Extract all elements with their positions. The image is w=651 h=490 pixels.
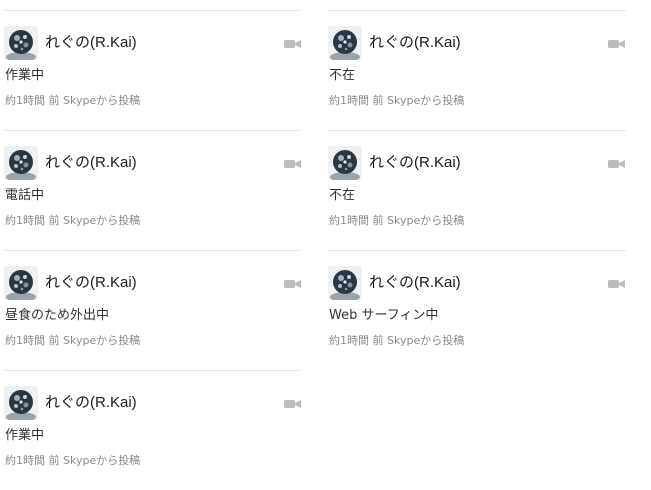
author-name[interactable]: れぐの(R.Kai): [369, 34, 461, 52]
status-text: 不在: [329, 188, 356, 203]
post-meta: 約1時間 前 Skypeから投稿: [329, 94, 464, 108]
status-text: 作業中: [5, 68, 45, 83]
post-item: れぐの(R.Kai) 作業中 約1時間 前 Skypeから投稿: [4, 370, 302, 490]
post-source: Skypeから投稿: [387, 94, 465, 107]
post-item: れぐの(R.Kai) 昼食のため外出中 約1時間 前 Skypeから投稿: [4, 250, 302, 370]
author-name[interactable]: れぐの(R.Kai): [369, 154, 461, 172]
post-source: Skypeから投稿: [63, 94, 141, 107]
user-avatar-icon[interactable]: [328, 26, 362, 60]
status-text: 作業中: [5, 428, 45, 443]
video-camera-icon[interactable]: [608, 275, 626, 288]
user-avatar-icon[interactable]: [4, 26, 38, 60]
post-meta: 約1時間 前 Skypeから投稿: [5, 94, 140, 108]
post-meta: 約1時間 前 Skypeから投稿: [329, 214, 464, 228]
video-camera-icon[interactable]: [284, 155, 302, 168]
status-text: Web サーフィン中: [329, 308, 439, 323]
post-meta: 約1時間 前 Skypeから投稿: [5, 214, 140, 228]
status-text: 昼食のため外出中: [5, 308, 110, 323]
user-avatar-icon[interactable]: [328, 146, 362, 180]
video-camera-icon[interactable]: [608, 155, 626, 168]
author-name[interactable]: れぐの(R.Kai): [45, 34, 137, 52]
post-item: れぐの(R.Kai) 不在 約1時間 前 Skypeから投稿: [328, 10, 626, 130]
post-meta: 約1時間 前 Skypeから投稿: [5, 334, 140, 348]
post-source: Skypeから投稿: [63, 214, 141, 227]
author-name[interactable]: れぐの(R.Kai): [45, 394, 137, 412]
user-avatar-icon[interactable]: [4, 146, 38, 180]
status-text: 不在: [329, 68, 356, 83]
status-text: 電話中: [5, 188, 45, 203]
post-item: れぐの(R.Kai) Web サーフィン中 約1時間 前 Skypeから投稿: [328, 250, 626, 370]
post-item: れぐの(R.Kai) 不在 約1時間 前 Skypeから投稿: [328, 130, 626, 250]
feed-column-left: れぐの(R.Kai) 作業中 約1時間 前 Skypeから投稿 れぐの(R.Ka…: [4, 10, 302, 490]
author-name[interactable]: れぐの(R.Kai): [45, 274, 137, 292]
post-item: れぐの(R.Kai) 作業中 約1時間 前 Skypeから投稿: [4, 10, 302, 130]
post-time[interactable]: 約1時間 前: [329, 214, 384, 227]
user-avatar-icon[interactable]: [4, 386, 38, 420]
user-avatar-icon[interactable]: [328, 266, 362, 300]
post-time[interactable]: 約1時間 前: [5, 334, 60, 347]
video-camera-icon[interactable]: [284, 275, 302, 288]
post-time[interactable]: 約1時間 前: [5, 214, 60, 227]
post-meta: 約1時間 前 Skypeから投稿: [329, 334, 464, 348]
video-camera-icon[interactable]: [284, 395, 302, 408]
post-item: れぐの(R.Kai) 電話中 約1時間 前 Skypeから投稿: [4, 130, 302, 250]
post-time[interactable]: 約1時間 前: [329, 94, 384, 107]
post-time[interactable]: 約1時間 前: [5, 454, 60, 467]
post-meta: 約1時間 前 Skypeから投稿: [5, 454, 140, 468]
post-source: Skypeから投稿: [63, 454, 141, 467]
author-name[interactable]: れぐの(R.Kai): [369, 274, 461, 292]
video-camera-icon[interactable]: [284, 35, 302, 48]
post-source: Skypeから投稿: [387, 214, 465, 227]
post-source: Skypeから投稿: [63, 334, 141, 347]
author-name[interactable]: れぐの(R.Kai): [45, 154, 137, 172]
user-avatar-icon[interactable]: [4, 266, 38, 300]
post-time[interactable]: 約1時間 前: [329, 334, 384, 347]
post-source: Skypeから投稿: [387, 334, 465, 347]
feed-column-right: れぐの(R.Kai) 不在 約1時間 前 Skypeから投稿 れぐの(R.Kai…: [328, 10, 626, 370]
video-camera-icon[interactable]: [608, 35, 626, 48]
post-time[interactable]: 約1時間 前: [5, 94, 60, 107]
